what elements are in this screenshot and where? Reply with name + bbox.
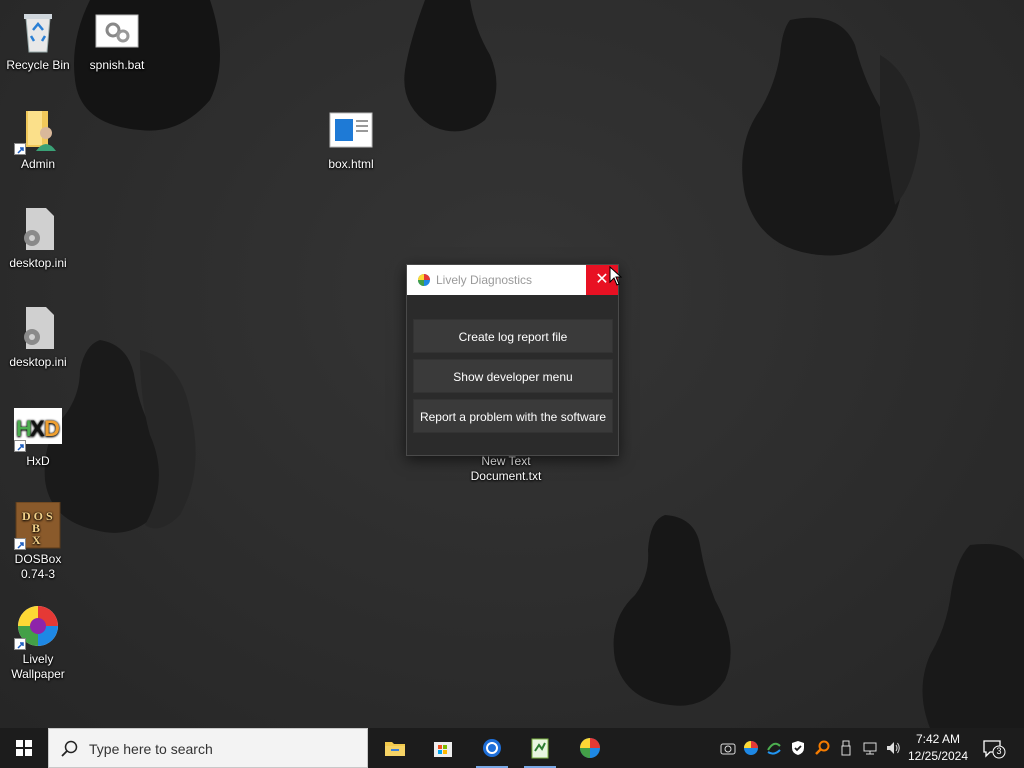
security-shield-icon[interactable] — [790, 740, 806, 756]
windows-logo-icon — [16, 740, 32, 756]
create-log-report-button[interactable]: Create log report file — [413, 319, 613, 353]
dosbox-icon: D O SBX — [14, 501, 62, 550]
camera-tray-icon[interactable] — [720, 740, 736, 756]
start-button[interactable] — [0, 728, 48, 768]
system-clock[interactable]: 7:42 AM 12/25/2024 — [906, 731, 970, 765]
notification-center-button[interactable]: 3 — [980, 736, 1008, 760]
desktop-icon-hxd[interactable]: HXD HxD — [0, 404, 76, 469]
wallpaper-shape — [922, 544, 1024, 728]
wallpaper-shape — [613, 515, 731, 706]
notification-icon — [983, 740, 1006, 759]
shortcut-arrow-icon — [14, 143, 26, 155]
desktop-icon-label: HxD — [26, 454, 50, 468]
desktop-icon-label: spnish.bat — [89, 58, 145, 72]
html-file-icon — [327, 107, 375, 155]
clock-date: 12/25/2024 — [907, 749, 969, 763]
lively-wallpaper-icon — [580, 738, 600, 758]
shortcut-arrow-icon — [14, 638, 26, 650]
batch-file-icon — [93, 8, 141, 56]
search-tray-icon[interactable] — [814, 740, 830, 756]
search-placeholder: Type here to search — [89, 741, 213, 757]
taskbar-app-file-explorer[interactable] — [371, 728, 419, 768]
desktop-icon-label: box.html — [328, 157, 374, 171]
desktop-icon-label: New Text Document.txt — [470, 454, 542, 483]
svg-text:X: X — [30, 416, 45, 441]
desktop-icon-label: Admin — [20, 157, 55, 171]
search-icon — [61, 740, 78, 757]
remote-app-icon — [483, 739, 501, 757]
svg-text:D: D — [44, 416, 60, 441]
volume-icon[interactable] — [885, 740, 901, 756]
desktop-icon-lively-wallpaper[interactable]: Lively Wallpaper — [0, 602, 76, 682]
desktop-icon-recycle-bin[interactable]: Recycle Bin — [0, 8, 76, 73]
file-explorer-icon — [385, 742, 405, 756]
desktop-icon-label: Recycle Bin — [6, 58, 70, 72]
taskbar-app-remote-app[interactable] — [468, 728, 516, 768]
user-folder-icon — [14, 107, 62, 155]
svg-text:X: X — [32, 533, 41, 547]
taskbar-search-box[interactable]: Type here to search — [48, 728, 368, 768]
lively-tray-icon[interactable] — [743, 740, 759, 756]
dialog-title: Lively Diagnostics — [436, 273, 533, 287]
report-problem-button[interactable]: Report a problem with the software — [413, 399, 613, 433]
desktop-icon-label: Lively Wallpaper — [11, 652, 65, 681]
wallpaper-shape — [404, 0, 497, 132]
taskbar: Type here to search 7:42 AM 12/25/2024 3 — [0, 728, 1024, 768]
mouse-cursor-icon — [609, 266, 623, 286]
taskbar-app-microsoft-store[interactable] — [419, 728, 467, 768]
desktop-icon-admin[interactable]: Admin — [0, 107, 76, 172]
notepad-icon — [531, 738, 549, 759]
desktop-icon-label: desktop.ini — [9, 355, 67, 369]
settings-file-icon — [14, 206, 62, 254]
notification-count-badge: 3 — [996, 746, 1002, 756]
dialog-titlebar[interactable]: Lively Diagnostics ✕ — [407, 265, 618, 295]
desktop-icon-desktop-ini-1[interactable]: desktop.ini — [0, 206, 76, 271]
lively-logo-icon — [418, 274, 430, 286]
settings-file-icon — [14, 305, 62, 353]
desktop-icon-new-text-document[interactable]: New Text Document.txt — [468, 454, 544, 484]
sync-tray-icon[interactable] — [766, 740, 782, 756]
shortcut-arrow-icon — [14, 538, 26, 550]
lively-wallpaper-icon — [14, 602, 62, 650]
store-icon — [434, 742, 452, 757]
network-icon[interactable] — [862, 740, 878, 756]
show-developer-menu-button[interactable]: Show developer menu — [413, 359, 613, 393]
lively-diagnostics-dialog: Lively Diagnostics ✕ Create log report f… — [406, 264, 619, 456]
taskbar-app-notepad-plus[interactable] — [516, 728, 564, 768]
close-icon: ✕ — [595, 271, 609, 288]
desktop: Recycle Bin spnish.bat Admin box.html de… — [0, 0, 1024, 728]
desktop-icon-spnish-bat[interactable]: spnish.bat — [79, 8, 155, 73]
taskbar-app-lively-wallpaper[interactable] — [566, 728, 614, 768]
recycle-bin-icon — [14, 8, 62, 56]
desktop-icon-label: desktop.ini — [9, 256, 67, 270]
usb-tray-icon[interactable] — [838, 740, 854, 756]
shortcut-arrow-icon — [14, 440, 26, 452]
clock-time: 7:42 AM — [915, 732, 961, 746]
desktop-icon-box-html[interactable]: box.html — [313, 107, 389, 172]
wallpaper-shape — [742, 17, 920, 256]
desktop-icon-label: DOSBox 0.74-3 — [14, 552, 62, 581]
hxd-icon: HXD — [14, 404, 62, 452]
desktop-icon-desktop-ini-2[interactable]: desktop.ini — [0, 305, 76, 370]
desktop-icon-dosbox[interactable]: D O SBX DOSBox 0.74-3 — [0, 501, 76, 582]
